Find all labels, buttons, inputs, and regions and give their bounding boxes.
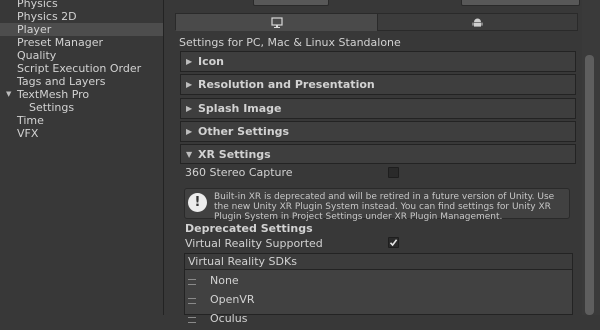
help-message: Built-in XR is deprecated and will be re… — [214, 192, 555, 222]
deprecation-help-box: ! Built-in XR is deprecated and will be … — [184, 188, 570, 222]
vr-supported-checkbox[interactable] — [388, 237, 399, 248]
section-label: Icon — [198, 55, 225, 68]
list-item[interactable]: Oculus — [185, 309, 572, 330]
deprecated-settings-header: Deprecated Settings — [185, 222, 313, 235]
collapsed-arrow-icon: ▶ — [186, 57, 193, 66]
expanded-arrow-icon: ▼ — [186, 150, 193, 159]
section-label: Splash Image — [198, 102, 282, 115]
sdk-name: None — [210, 274, 239, 287]
section-label: XR Settings — [198, 148, 271, 161]
stereo-capture-checkbox[interactable] — [388, 167, 399, 178]
sidebar-item-preset-manager[interactable]: Preset Manager — [17, 36, 103, 49]
sidebar-item-physics-2d[interactable]: Physics 2D — [17, 10, 77, 23]
sidebar-item-physics[interactable]: Physics — [17, 0, 58, 10]
drag-handle-icon[interactable] — [188, 298, 196, 304]
sidebar-item-textmesh-pro[interactable]: TextMesh Pro — [17, 88, 89, 101]
section-label: Other Settings — [198, 125, 290, 138]
sidebar-item-quality[interactable]: Quality — [17, 49, 56, 62]
sidebar-item-textmesh-pro-settings[interactable]: Settings — [29, 101, 74, 114]
drag-handle-icon[interactable] — [188, 317, 196, 323]
sidebar-item-vfx[interactable]: VFX — [17, 127, 38, 140]
collapsed-arrow-icon: ▶ — [186, 104, 193, 113]
platform-settings-title: Settings for PC, Mac & Linux Standalone — [179, 36, 401, 49]
list-item[interactable]: OpenVR — [185, 290, 572, 311]
vr-sdk-list-header: Virtual Reality SDKs — [185, 254, 572, 270]
list-item[interactable]: None — [185, 271, 572, 292]
android-icon — [472, 18, 483, 27]
foldout-xr-settings[interactable]: ▼ XR Settings — [180, 144, 576, 164]
drag-handle-icon[interactable] — [188, 279, 196, 285]
foldout-resolution-and-presentation[interactable]: ▶ Resolution and Presentation — [180, 74, 576, 95]
expand-arrow-icon[interactable]: ▼ — [6, 88, 15, 101]
sidebar-item-tags-and-layers[interactable]: Tags and Layers — [17, 75, 105, 88]
scrollbar-thumb[interactable] — [585, 55, 594, 315]
collapsed-arrow-icon: ▶ — [186, 80, 193, 89]
sidebar-item-script-execution-order[interactable]: Script Execution Order — [17, 62, 141, 75]
monitor-icon — [270, 16, 283, 28]
sdk-name: Oculus — [210, 312, 248, 325]
platform-tabs — [175, 13, 578, 32]
collapsed-arrow-icon: ▶ — [186, 127, 193, 136]
sdk-name: OpenVR — [210, 293, 255, 306]
top-toolbar-button[interactable] — [461, 0, 580, 6]
checkmark-icon — [389, 239, 398, 247]
sidebar-item-player[interactable]: Player — [0, 23, 163, 36]
stereo-capture-label: 360 Stereo Capture — [185, 166, 293, 179]
settings-sidebar: Physics Physics 2D Player Preset Manager… — [0, 0, 164, 315]
section-label: Resolution and Presentation — [198, 78, 375, 91]
tab-android[interactable] — [377, 13, 578, 31]
vr-sdk-list: Virtual Reality SDKs None OpenVR Oculus — [184, 253, 573, 325]
foldout-icon-section[interactable]: ▶ Icon — [180, 51, 576, 72]
tab-standalone[interactable] — [175, 13, 378, 31]
sidebar-item-time[interactable]: Time — [17, 114, 44, 127]
foldout-other-settings[interactable]: ▶ Other Settings — [180, 121, 576, 142]
warning-icon: ! — [188, 193, 207, 212]
vr-supported-label: Virtual Reality Supported — [185, 237, 323, 250]
vr-sdk-header-label: Virtual Reality SDKs — [188, 255, 297, 268]
foldout-splash-image[interactable]: ▶ Splash Image — [180, 98, 576, 119]
top-toolbar-button[interactable] — [253, 0, 329, 6]
